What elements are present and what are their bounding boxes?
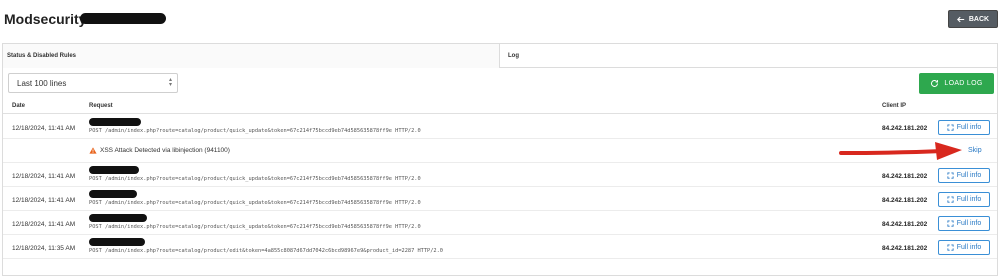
- expand-icon: [947, 220, 954, 227]
- row-request: POST /admin/index.php?route=catalog/prod…: [89, 128, 421, 134]
- tab-log[interactable]: Log: [500, 44, 997, 68]
- row-client-ip: 84.242.181.202: [882, 197, 928, 204]
- alert-text: XSS Attack Detected via libinjection (94…: [100, 147, 230, 154]
- table-row: 12/18/2024, 11:41 AM POST /admin/index.p…: [3, 115, 997, 139]
- row-request: POST /admin/index.php?route=catalog/prod…: [89, 176, 421, 182]
- row-date: 12/18/2024, 11:41 AM: [12, 197, 76, 204]
- row-request: POST /admin/index.php?route=catalog/prod…: [89, 224, 421, 230]
- full-info-button[interactable]: Full info: [938, 192, 990, 207]
- skip-link[interactable]: Skip: [968, 147, 982, 154]
- warning-icon: [89, 147, 97, 154]
- row-date: 12/18/2024, 11:35 AM: [12, 245, 76, 252]
- table-row: 12/18/2024, 11:41 AM POST /admin/index.p…: [3, 211, 997, 235]
- alert-message: XSS Attack Detected via libinjection (94…: [89, 147, 230, 154]
- table-row: 12/18/2024, 11:41 AM POST /admin/index.p…: [3, 187, 997, 211]
- full-info-button[interactable]: Full info: [938, 168, 990, 183]
- row-date: 12/18/2024, 11:41 AM: [12, 173, 76, 180]
- full-info-button[interactable]: Full info: [938, 120, 990, 135]
- back-button[interactable]: BACK: [948, 10, 998, 28]
- back-button-label: BACK: [968, 15, 990, 23]
- full-info-label: Full info: [956, 172, 982, 179]
- expand-icon: [947, 124, 954, 131]
- tab-status-disabled-rules[interactable]: Status & Disabled Rules: [3, 44, 500, 68]
- column-date: Date: [12, 103, 26, 109]
- table-header: Date Request Client IP: [3, 98, 997, 114]
- alert-row: XSS Attack Detected via libinjection (94…: [3, 139, 997, 163]
- full-info-button[interactable]: Full info: [938, 240, 990, 255]
- full-info-label: Full info: [956, 244, 982, 251]
- load-log-button[interactable]: LOAD LOG: [919, 73, 994, 94]
- page-title: Modsecurity:: [4, 11, 92, 27]
- redacted-domain: [80, 13, 166, 24]
- redacted-host: [89, 238, 145, 246]
- row-client-ip: 84.242.181.202: [882, 221, 928, 228]
- expand-icon: [947, 172, 954, 179]
- annotation-arrow-icon: [839, 142, 962, 160]
- expand-icon: [947, 196, 954, 203]
- redacted-host: [89, 190, 137, 198]
- column-client-ip: Client IP: [882, 103, 907, 109]
- lines-select-value: Last 100 lines: [17, 78, 67, 88]
- load-log-label: LOAD LOG: [944, 80, 983, 87]
- column-request: Request: [89, 103, 113, 109]
- row-request: POST /admin/index.php?route=catalog/prod…: [89, 200, 421, 206]
- row-client-ip: 84.242.181.202: [882, 173, 928, 180]
- full-info-label: Full info: [956, 124, 982, 131]
- row-date: 12/18/2024, 11:41 AM: [12, 221, 76, 228]
- page-header: Modsecurity: BACK: [0, 0, 1000, 40]
- row-date: 12/18/2024, 11:41 AM: [12, 125, 76, 132]
- expand-icon: [947, 244, 954, 251]
- full-info-label: Full info: [956, 196, 982, 203]
- lines-select[interactable]: Last 100 lines ▴ ▾: [8, 73, 178, 93]
- full-info-label: Full info: [956, 220, 982, 227]
- row-request: POST /admin/index.php?route=catalog/prod…: [89, 248, 443, 254]
- redacted-host: [89, 118, 141, 126]
- table-row: 12/18/2024, 11:41 AM POST /admin/index.p…: [3, 163, 997, 187]
- select-updown-icon: ▴ ▾: [168, 77, 172, 88]
- redacted-host: [89, 166, 139, 174]
- redacted-host: [89, 214, 147, 222]
- row-client-ip: 84.242.181.202: [882, 245, 928, 252]
- full-info-button[interactable]: Full info: [938, 216, 990, 231]
- refresh-icon: [931, 80, 939, 87]
- row-client-ip: 84.242.181.202: [882, 125, 928, 132]
- modsecurity-panel: Status & Disabled Rules Log Last 100 lin…: [2, 43, 998, 276]
- table-row: 12/18/2024, 11:35 AM POST /admin/index.p…: [3, 235, 997, 259]
- back-arrow-icon: [956, 16, 965, 22]
- tab-bar: Status & Disabled Rules Log: [3, 44, 997, 68]
